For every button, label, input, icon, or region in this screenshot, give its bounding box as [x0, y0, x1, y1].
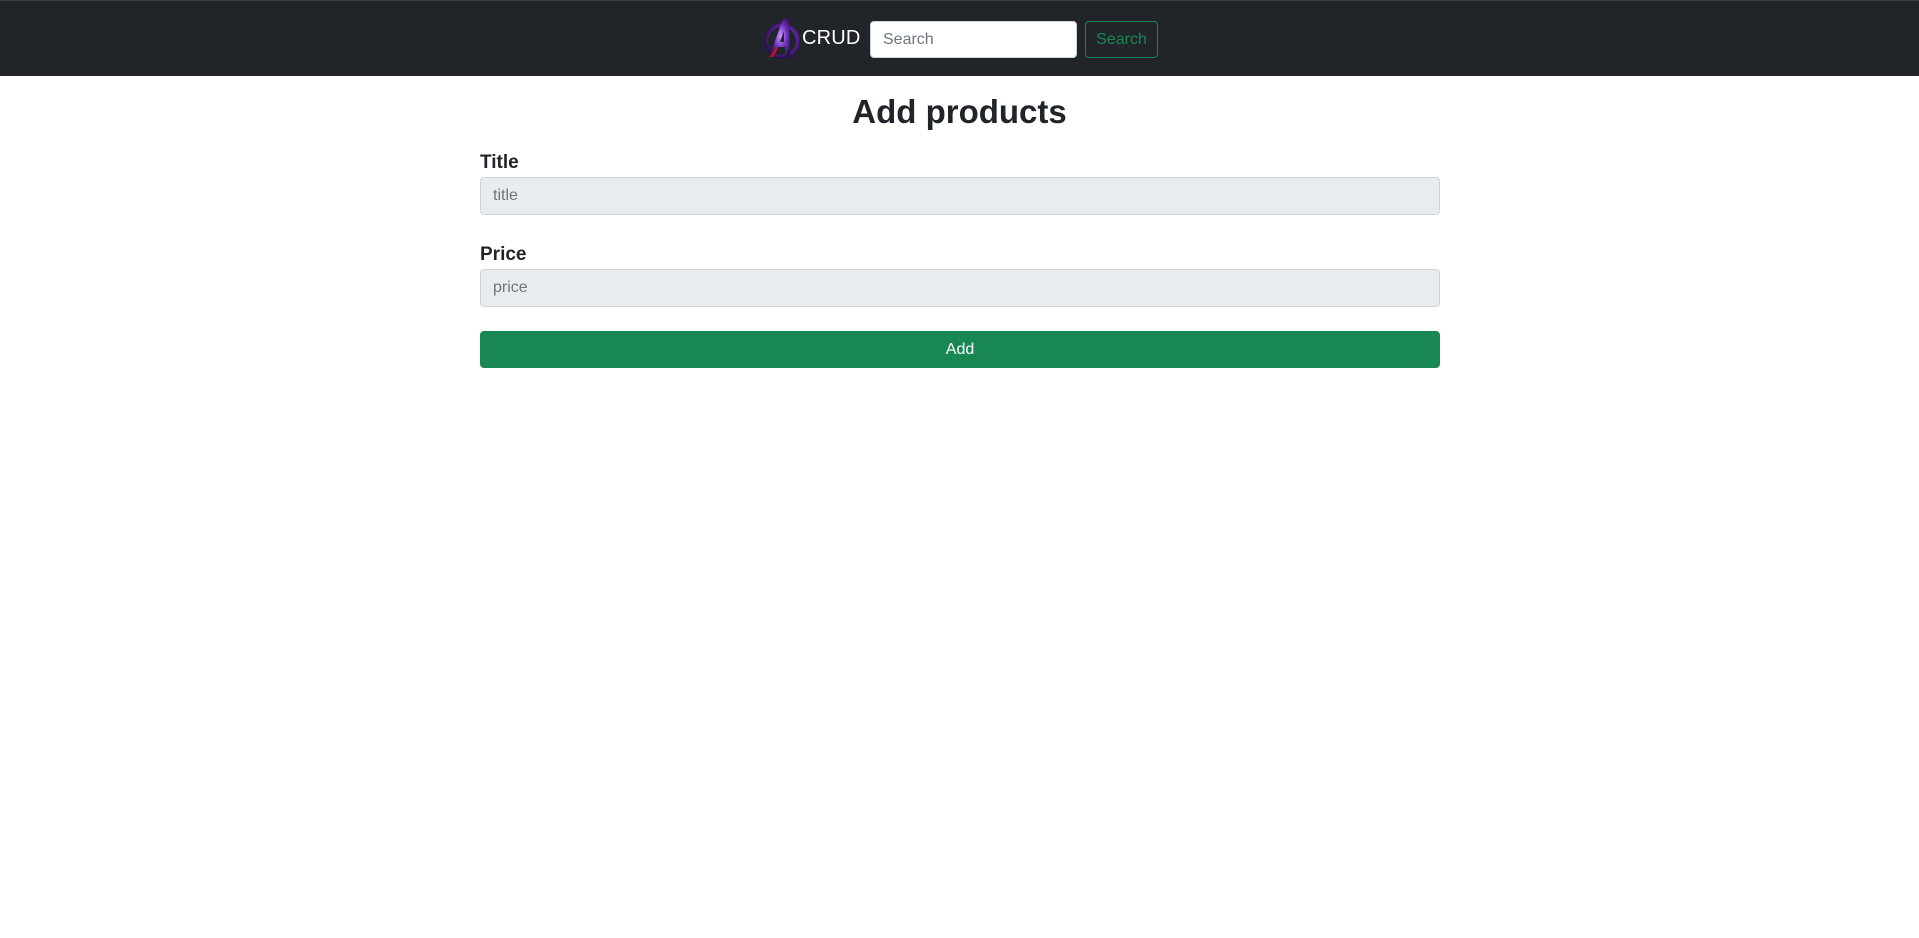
price-label: Price	[480, 244, 527, 265]
brand-text: CRUD	[802, 26, 861, 49]
title-input[interactable]	[480, 177, 1440, 215]
page-title: Add products	[852, 93, 1067, 130]
search-button[interactable]: Search	[1085, 21, 1158, 58]
brand-link[interactable]: CRUD	[763, 17, 861, 59]
navbar: CRUD Search	[0, 0, 1919, 76]
avengers-logo-icon	[764, 19, 800, 59]
search-input[interactable]	[870, 21, 1077, 58]
price-input[interactable]	[480, 269, 1440, 307]
add-button[interactable]: Add	[480, 331, 1440, 368]
title-label: Title	[480, 152, 519, 173]
